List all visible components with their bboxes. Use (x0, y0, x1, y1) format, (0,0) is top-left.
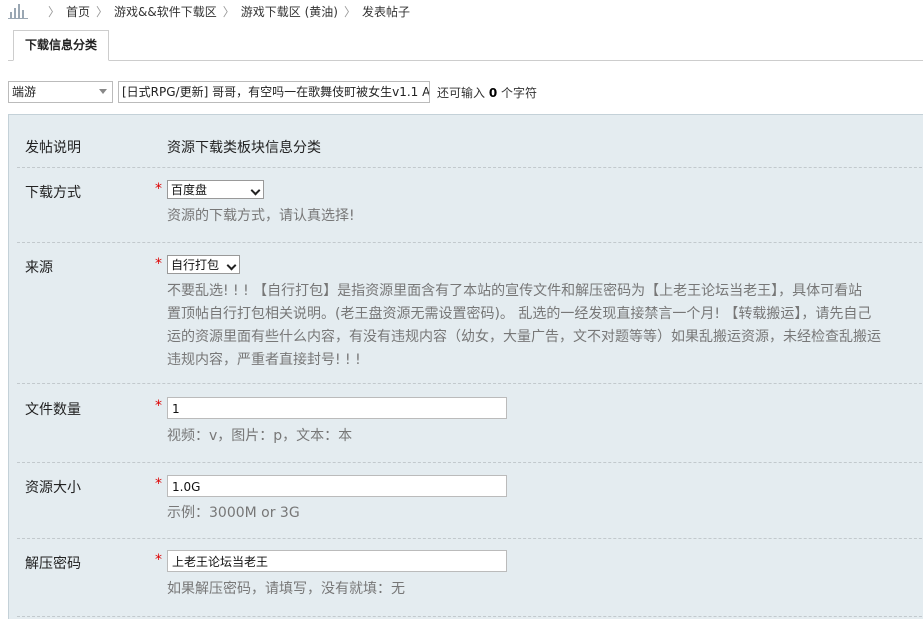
breadcrumb-forum-section-link[interactable]: 游戏&&软件下载区 (114, 3, 217, 20)
source-hint-line: 违规内容，严重者直接封号! ! ! (167, 352, 361, 368)
chevron-down-icon (226, 260, 237, 271)
source-hint-line: 不要乱选! ! ! 【自行打包】是指资源里面含有了本站的宣传文件和解压密码为【上… (167, 283, 863, 299)
source-value: 自行打包 (171, 258, 220, 272)
form-row-resource-size: 资源大小 * 1.0G 示例：3000M or 3G (17, 462, 923, 539)
required-marker: * (155, 552, 162, 568)
required-marker: * (155, 398, 162, 414)
unzip-password-input[interactable]: 上老王论坛当老王 (167, 550, 507, 572)
remaining-prefix: 还可输入 (437, 85, 486, 100)
post-editor-page: 〉 首页 〉 游戏&&软件下载区 〉 游戏下载区 (黄油) 〉 发表帖子 下载信… (0, 0, 923, 619)
resource-size-input[interactable]: 1.0G (167, 475, 507, 497)
tab-bar: 下载信息分类 (8, 30, 923, 61)
breadcrumb-separator: 〉 (48, 4, 61, 19)
required-marker: * (155, 256, 162, 272)
remaining-char-count: 还可输入 0 个字符 (437, 84, 537, 101)
file-count-label: 文件数量 (25, 402, 81, 418)
required-marker: * (155, 181, 162, 197)
remaining-number: 0 (488, 85, 498, 100)
bar-chart-icon[interactable] (8, 3, 28, 19)
form-row-file-count: 文件数量 * 1 视频：v，图片：p，文本：本 (17, 383, 923, 463)
form-row-unzip-password: 解压密码 * 上老王论坛当老王 如果解压密码，请填写，没有就填：无 (17, 538, 923, 617)
source-hint-line: 置顶帖自行打包相关说明。(老王盘资源无需设置密码)。 乱选的一经发现直接禁言一个… (167, 306, 872, 322)
tab-download-info-category[interactable]: 下载信息分类 (13, 30, 110, 61)
breadcrumb-home-link[interactable]: 首页 (66, 3, 90, 20)
intro-value: 资源下载类板块信息分类 (167, 140, 321, 156)
download-method-label: 下载方式 (25, 185, 81, 201)
category-select[interactable]: 端游 (8, 81, 113, 103)
form-row-download-method: 下载方式 * 百度盘 资源的下载方式，请认真选择! (17, 167, 923, 243)
breadcrumb-subforum-link[interactable]: 游戏下载区 (黄油) (241, 3, 338, 20)
remaining-suffix: 个字符 (501, 85, 538, 100)
category-select-value: 端游 (12, 85, 37, 99)
download-method-select[interactable]: 百度盘 (167, 180, 264, 199)
breadcrumb-current-page: 发表帖子 (361, 4, 410, 19)
subject-title-input[interactable]: [日式RPG/更新] 哥哥，有空吗一在歌舞伎町被女生v1.1 A (118, 81, 430, 103)
source-select[interactable]: 自行打包 (167, 255, 240, 274)
unzip-password-hint: 如果解压密码，请填写，没有就填：无 (167, 581, 405, 597)
unzip-password-label: 解压密码 (25, 556, 81, 572)
breadcrumb: 〉 首页 〉 游戏&&软件下载区 〉 游戏下载区 (黄油) 〉 发表帖子 (8, 0, 410, 22)
required-marker: * (155, 476, 162, 492)
breadcrumb-separator: 〉 (96, 4, 109, 19)
resource-size-label: 资源大小 (25, 480, 81, 496)
download-method-value: 百度盘 (171, 183, 208, 197)
resource-size-hint: 示例：3000M or 3G (167, 505, 300, 521)
breadcrumb-separator: 〉 (343, 4, 356, 19)
chevron-down-icon (250, 185, 261, 196)
intro-label: 发帖说明 (25, 140, 81, 156)
source-hint-line: 运的资源里面有些什么内容，有没有违规内容（幼女，大量广告，文不对题等等）如果乱搬… (167, 329, 881, 345)
caret-down-icon (99, 89, 107, 94)
form-row-intro: 发帖说明 资源下载类板块信息分类 (17, 115, 923, 168)
download-method-hint: 资源的下载方式，请认真选择! (167, 208, 355, 224)
subject-row: 端游 [日式RPG/更新] 哥哥，有空吗一在歌舞伎町被女生v1.1 A 还可输入… (8, 80, 537, 104)
source-hint: 不要乱选! ! ! 【自行打包】是指资源里面含有了本站的宣传文件和解压密码为【上… (167, 280, 881, 372)
breadcrumb-separator: 〉 (222, 4, 235, 19)
source-label: 来源 (25, 260, 53, 276)
category-form-panel: 发帖说明 资源下载类板块信息分类 下载方式 * 百度盘 资源的下载方式，请认真选… (8, 114, 923, 619)
file-count-input[interactable]: 1 (167, 397, 507, 419)
file-count-hint: 视频：v，图片：p，文本：本 (167, 428, 353, 444)
form-row-source: 来源 * 自行打包 不要乱选! ! ! 【自行打包】是指资源里面含有了本站的宣传… (17, 242, 923, 384)
